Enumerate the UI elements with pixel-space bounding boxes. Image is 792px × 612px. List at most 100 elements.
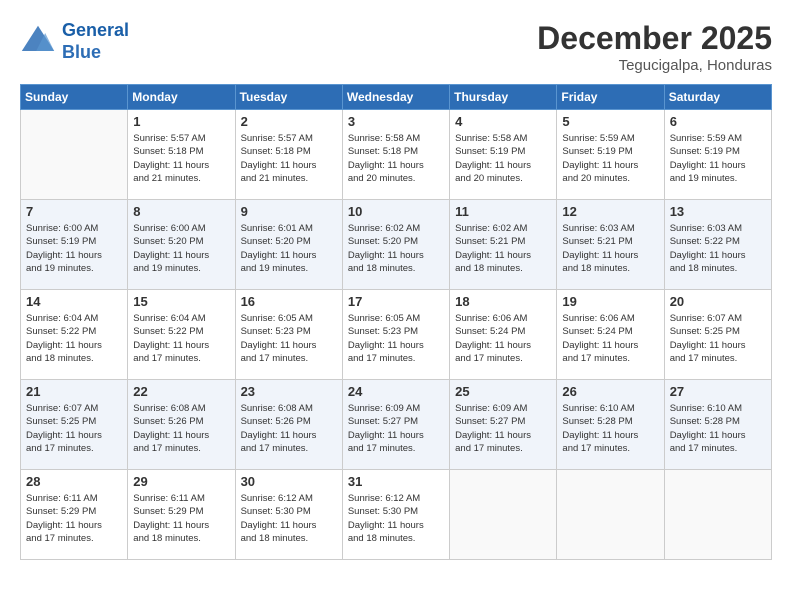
- calendar-week-row: 7 Sunrise: 6:00 AM Sunset: 5:19 PM Daylig…: [21, 200, 772, 290]
- calendar-day-cell: 7 Sunrise: 6:00 AM Sunset: 5:19 PM Daylig…: [21, 200, 128, 290]
- day-info: Sunrise: 5:58 AM Sunset: 5:19 PM Dayligh…: [455, 132, 551, 185]
- day-info: Sunrise: 6:09 AM Sunset: 5:27 PM Dayligh…: [348, 402, 444, 455]
- calendar-day-cell: 9Sunrise: 6:01 AM Sunset: 5:20 PM Daylig…: [235, 200, 342, 290]
- calendar-day-cell: 29 Sunrise: 6:11 AM Sunset: 5:29 PM Dayli…: [128, 470, 235, 560]
- calendar-day-cell: 1Sunrise: 5:57 AM Sunset: 5:18 PM Daylig…: [128, 110, 235, 200]
- day-number: 16: [241, 294, 337, 309]
- day-info: Sunrise: 6:06 AM Sunset: 5:24 PM Dayligh…: [562, 312, 658, 365]
- logo-icon: [20, 24, 56, 60]
- day-info: Sunrise: 6:08 AM Sunset: 5:26 PM Dayligh…: [133, 402, 229, 455]
- day-info: Sunrise: 6:04 AM Sunset: 5:22 PM Dayligh…: [26, 312, 122, 365]
- logo-text: General Blue: [62, 20, 129, 63]
- day-number: 24: [348, 384, 444, 399]
- calendar-day-cell: 8 Sunrise: 6:00 AM Sunset: 5:20 PM Daylig…: [128, 200, 235, 290]
- day-number: 12: [562, 204, 658, 219]
- calendar-table: SundayMondayTuesdayWednesdayThursdayFrid…: [20, 84, 772, 560]
- day-number: 20: [670, 294, 766, 309]
- weekday-header: Thursday: [450, 85, 557, 110]
- calendar-week-row: 14 Sunrise: 6:04 AM Sunset: 5:22 PM Dayli…: [21, 290, 772, 380]
- day-info: Sunrise: 6:02 AM Sunset: 5:21 PM Dayligh…: [455, 222, 551, 275]
- calendar-day-cell: 25Sunrise: 6:09 AM Sunset: 5:27 PM Dayli…: [450, 380, 557, 470]
- day-number: 11: [455, 204, 551, 219]
- calendar-day-cell: 26 Sunrise: 6:10 AM Sunset: 5:28 PM Dayli…: [557, 380, 664, 470]
- day-info: Sunrise: 6:04 AM Sunset: 5:22 PM Dayligh…: [133, 312, 229, 365]
- day-number: 31: [348, 474, 444, 489]
- day-info: Sunrise: 6:08 AM Sunset: 5:26 PM Dayligh…: [241, 402, 337, 455]
- day-info: Sunrise: 6:00 AM Sunset: 5:20 PM Dayligh…: [133, 222, 229, 275]
- day-info: Sunrise: 6:09 AM Sunset: 5:27 PM Dayligh…: [455, 402, 551, 455]
- day-number: 22: [133, 384, 229, 399]
- day-number: 26: [562, 384, 658, 399]
- day-number: 13: [670, 204, 766, 219]
- day-number: 8: [133, 204, 229, 219]
- weekday-header-row: SundayMondayTuesdayWednesdayThursdayFrid…: [21, 85, 772, 110]
- title-block: December 2025 Tegucigalpa, Honduras: [537, 20, 772, 74]
- calendar-week-row: 28 Sunrise: 6:11 AM Sunset: 5:29 PM Dayli…: [21, 470, 772, 560]
- calendar-day-cell: 13 Sunrise: 6:03 AM Sunset: 5:22 PM Dayli…: [664, 200, 771, 290]
- calendar-day-cell: [450, 470, 557, 560]
- day-info: Sunrise: 5:58 AM Sunset: 5:18 PM Dayligh…: [348, 132, 444, 185]
- day-number: 21: [26, 384, 122, 399]
- calendar-day-cell: 30Sunrise: 6:12 AM Sunset: 5:30 PM Dayli…: [235, 470, 342, 560]
- page-header: General Blue December 2025 Tegucigalpa, …: [20, 20, 772, 74]
- day-info: Sunrise: 6:03 AM Sunset: 5:22 PM Dayligh…: [670, 222, 766, 275]
- calendar-day-cell: 22 Sunrise: 6:08 AM Sunset: 5:26 PM Dayli…: [128, 380, 235, 470]
- calendar-day-cell: 15 Sunrise: 6:04 AM Sunset: 5:22 PM Dayli…: [128, 290, 235, 380]
- day-number: 28: [26, 474, 122, 489]
- day-info: Sunrise: 6:05 AM Sunset: 5:23 PM Dayligh…: [241, 312, 337, 365]
- calendar-day-cell: 16 Sunrise: 6:05 AM Sunset: 5:23 PM Dayli…: [235, 290, 342, 380]
- day-info: Sunrise: 6:10 AM Sunset: 5:28 PM Dayligh…: [562, 402, 658, 455]
- day-number: 3: [348, 114, 444, 129]
- day-number: 9: [241, 204, 337, 219]
- day-number: 4: [455, 114, 551, 129]
- day-number: 1: [133, 114, 229, 129]
- day-number: 29: [133, 474, 229, 489]
- calendar-week-row: 1Sunrise: 5:57 AM Sunset: 5:18 PM Daylig…: [21, 110, 772, 200]
- day-number: 23: [241, 384, 337, 399]
- day-number: 19: [562, 294, 658, 309]
- day-number: 18: [455, 294, 551, 309]
- day-info: Sunrise: 6:03 AM Sunset: 5:21 PM Dayligh…: [562, 222, 658, 275]
- day-info: Sunrise: 6:10 AM Sunset: 5:28 PM Dayligh…: [670, 402, 766, 455]
- calendar-day-cell: 4 Sunrise: 5:58 AM Sunset: 5:19 PM Daylig…: [450, 110, 557, 200]
- day-number: 7: [26, 204, 122, 219]
- day-info: Sunrise: 6:05 AM Sunset: 5:23 PM Dayligh…: [348, 312, 444, 365]
- calendar-day-cell: 31Sunrise: 6:12 AM Sunset: 5:30 PM Dayli…: [342, 470, 449, 560]
- day-info: Sunrise: 6:06 AM Sunset: 5:24 PM Dayligh…: [455, 312, 551, 365]
- calendar-day-cell: 18 Sunrise: 6:06 AM Sunset: 5:24 PM Dayli…: [450, 290, 557, 380]
- calendar-day-cell: [557, 470, 664, 560]
- weekday-header: Saturday: [664, 85, 771, 110]
- weekday-header: Sunday: [21, 85, 128, 110]
- day-info: Sunrise: 6:12 AM Sunset: 5:30 PM Dayligh…: [241, 492, 337, 545]
- weekday-header: Friday: [557, 85, 664, 110]
- day-info: Sunrise: 5:59 AM Sunset: 5:19 PM Dayligh…: [562, 132, 658, 185]
- calendar-day-cell: 14 Sunrise: 6:04 AM Sunset: 5:22 PM Dayli…: [21, 290, 128, 380]
- logo: General Blue: [20, 20, 129, 63]
- calendar-day-cell: 24 Sunrise: 6:09 AM Sunset: 5:27 PM Dayli…: [342, 380, 449, 470]
- calendar-day-cell: 3 Sunrise: 5:58 AM Sunset: 5:18 PM Daylig…: [342, 110, 449, 200]
- calendar-day-cell: 19 Sunrise: 6:06 AM Sunset: 5:24 PM Dayli…: [557, 290, 664, 380]
- location-subtitle: Tegucigalpa, Honduras: [537, 57, 772, 74]
- weekday-header: Monday: [128, 85, 235, 110]
- calendar-day-cell: [664, 470, 771, 560]
- day-info: Sunrise: 6:11 AM Sunset: 5:29 PM Dayligh…: [133, 492, 229, 545]
- calendar-day-cell: 23 Sunrise: 6:08 AM Sunset: 5:26 PM Dayli…: [235, 380, 342, 470]
- calendar-day-cell: 2Sunrise: 5:57 AM Sunset: 5:18 PM Daylig…: [235, 110, 342, 200]
- calendar-day-cell: 17 Sunrise: 6:05 AM Sunset: 5:23 PM Dayli…: [342, 290, 449, 380]
- day-info: Sunrise: 6:11 AM Sunset: 5:29 PM Dayligh…: [26, 492, 122, 545]
- calendar-day-cell: 20Sunrise: 6:07 AM Sunset: 5:25 PM Dayli…: [664, 290, 771, 380]
- day-number: 5: [562, 114, 658, 129]
- day-number: 17: [348, 294, 444, 309]
- calendar-day-cell: 11 Sunrise: 6:02 AM Sunset: 5:21 PM Dayli…: [450, 200, 557, 290]
- calendar-day-cell: 10Sunrise: 6:02 AM Sunset: 5:20 PM Dayli…: [342, 200, 449, 290]
- calendar-day-cell: 27 Sunrise: 6:10 AM Sunset: 5:28 PM Dayli…: [664, 380, 771, 470]
- day-number: 27: [670, 384, 766, 399]
- day-info: Sunrise: 6:00 AM Sunset: 5:19 PM Dayligh…: [26, 222, 122, 275]
- calendar-day-cell: [21, 110, 128, 200]
- day-number: 10: [348, 204, 444, 219]
- day-number: 6: [670, 114, 766, 129]
- day-number: 14: [26, 294, 122, 309]
- day-info: Sunrise: 5:59 AM Sunset: 5:19 PM Dayligh…: [670, 132, 766, 185]
- day-number: 15: [133, 294, 229, 309]
- calendar-day-cell: 5 Sunrise: 5:59 AM Sunset: 5:19 PM Daylig…: [557, 110, 664, 200]
